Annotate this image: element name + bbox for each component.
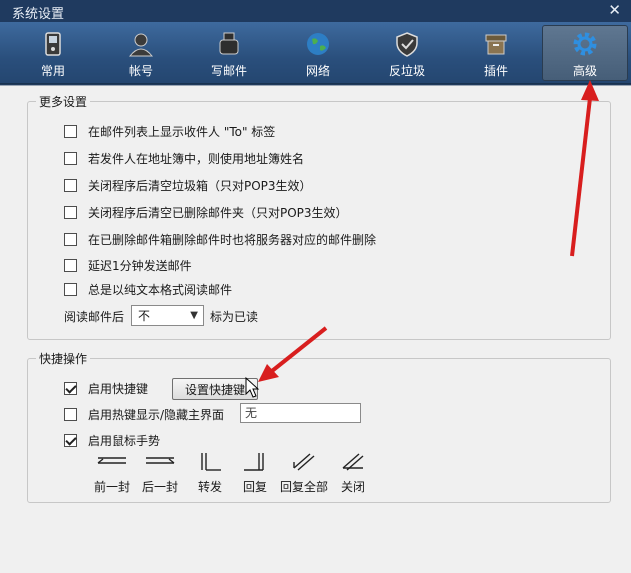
gesture-label: 转发	[197, 480, 222, 494]
checkbox[interactable]	[64, 232, 77, 246]
checkbox[interactable]	[64, 205, 77, 219]
option-hotkey-toggle-window[interactable]: 启用热键显示/隐藏主界面	[64, 405, 224, 423]
option-label: 启用鼠标手势	[88, 433, 161, 448]
option-label: 总是以纯文本格式阅读邮件	[88, 282, 233, 297]
tab-compose[interactable]: 写邮件	[190, 26, 268, 80]
option-use-addressbook-name[interactable]: 若发件人在地址簿中，则使用地址簿姓名	[64, 149, 304, 167]
tab-plugins-label: 插件	[483, 64, 508, 78]
gesture-label: 回复全部	[279, 480, 328, 494]
device-icon	[45, 32, 61, 56]
checkbox[interactable]	[64, 407, 77, 421]
gesture-forward: 转发	[187, 452, 233, 495]
option-empty-junk-on-close[interactable]: 关闭程序后清空垃圾箱（只对POP3生效）	[64, 176, 312, 194]
shield-icon	[396, 32, 418, 57]
forward-gesture-icon	[201, 453, 221, 471]
checkbox[interactable]	[64, 433, 77, 447]
option-delete-from-server[interactable]: 在已删除邮件箱删除邮件时也将服务器对应的邮件删除	[64, 230, 376, 248]
tab-network[interactable]: 网络	[279, 26, 357, 80]
read-after-value: 不	[138, 309, 151, 323]
read-after-select[interactable]: 不 ▼	[131, 305, 204, 326]
gesture-reply: 回复	[232, 452, 278, 495]
more-settings-title: 更多设置	[36, 93, 91, 110]
reply-gesture-icon	[244, 453, 264, 471]
option-label: 启用快捷键	[88, 381, 149, 396]
gesture-reply-all: 回复全部	[278, 452, 330, 495]
checkbox[interactable]	[64, 178, 77, 192]
gesture-label: 后一封	[141, 480, 178, 494]
gesture-label: 前一封	[93, 480, 130, 494]
box-icon	[485, 34, 507, 55]
checkbox[interactable]	[64, 151, 77, 165]
checkbox[interactable]	[64, 282, 77, 296]
tab-antispam-label: 反垃圾	[388, 64, 425, 78]
gesture-close: 关闭	[330, 452, 376, 495]
arrow-left-icon	[97, 457, 126, 464]
arrow-right-icon	[146, 457, 175, 464]
option-delay-send[interactable]: 延迟1分钟发送邮件	[64, 256, 192, 274]
checkbox[interactable]	[64, 258, 77, 272]
option-label: 启用热键显示/隐藏主界面	[88, 407, 225, 422]
globe-icon	[307, 33, 329, 55]
gesture-label: 关闭	[340, 480, 365, 494]
window-title: 系统设置	[12, 7, 65, 22]
chevron-down-icon: ▼	[190, 310, 198, 321]
option-label: 在已删除邮件箱删除邮件时也将服务器对应的邮件删除	[88, 232, 377, 247]
tab-antispam[interactable]: 反垃圾	[368, 26, 446, 80]
option-label: 若发件人在地址簿中，则使用地址簿姓名	[88, 151, 305, 166]
tab-account[interactable]: 帐号	[102, 26, 180, 80]
option-mouse-gesture[interactable]: 启用鼠标手势	[64, 431, 160, 449]
gesture-previous: 前一封	[89, 452, 135, 495]
tab-account-label: 帐号	[128, 64, 153, 78]
option-label: 关闭程序后清空垃圾箱（只对POP3生效）	[88, 178, 312, 193]
tab-advanced-label: 高级	[572, 64, 597, 78]
settings-panel: 更多设置 在邮件列表上显示收件人 "To" 标签 若发件人在地址簿中，则使用地址…	[0, 85, 631, 573]
gear-icon	[573, 32, 597, 56]
option-enable-hotkey[interactable]: 启用快捷键	[64, 379, 148, 397]
close-icon[interactable]: ✕	[608, 1, 621, 19]
gesture-label: 回复	[242, 480, 267, 494]
tab-general[interactable]: 常用	[14, 26, 92, 80]
user-icon	[128, 33, 154, 57]
mark-read-label: 标为已读	[210, 310, 259, 324]
close-gesture-icon	[342, 453, 364, 471]
checkbox[interactable]	[64, 124, 77, 138]
reply-all-gesture-icon	[293, 453, 315, 471]
option-plain-text[interactable]: 总是以纯文本格式阅读邮件	[64, 280, 232, 298]
option-label: 延迟1分钟发送邮件	[88, 258, 192, 273]
checkbox[interactable]	[64, 381, 77, 395]
settings-toolbar: 常用 帐号 写邮件 网络 反垃圾 插件 高级	[0, 22, 631, 84]
option-label: 在邮件列表上显示收件人 "To" 标签	[88, 124, 276, 139]
option-show-to-label[interactable]: 在邮件列表上显示收件人 "To" 标签	[64, 122, 275, 140]
tab-advanced[interactable]: 高级	[542, 25, 628, 81]
option-empty-deleted-on-close[interactable]: 关闭程序后清空已删除邮件夹（只对POP3生效）	[64, 203, 348, 221]
tab-plugins[interactable]: 插件	[457, 26, 535, 80]
hotkey-input[interactable]: 无	[240, 403, 361, 423]
set-hotkey-button[interactable]: 设置快捷键	[172, 378, 258, 400]
shortcuts-title: 快捷操作	[36, 350, 91, 367]
option-label: 关闭程序后清空已删除邮件夹（只对POP3生效）	[88, 205, 348, 220]
gesture-next: 后一封	[137, 452, 183, 495]
tab-network-label: 网络	[305, 64, 330, 78]
read-after-label: 阅读邮件后	[64, 310, 125, 324]
tab-general-label: 常用	[40, 64, 65, 78]
inkpot-icon	[219, 32, 239, 55]
title-bar: 系统设置 ✕	[0, 0, 631, 22]
tab-compose-label: 写邮件	[210, 64, 247, 78]
